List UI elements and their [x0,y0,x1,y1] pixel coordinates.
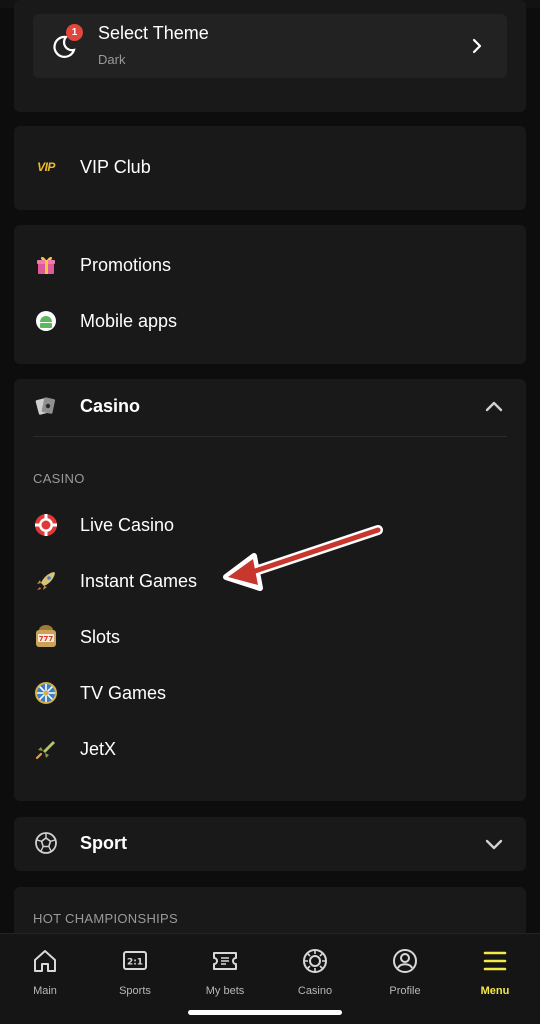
mobile-apps-label: Mobile apps [80,310,178,331]
nav-profile[interactable]: Profile [365,948,445,997]
chevron-up-icon[interactable] [485,399,503,417]
select-theme-row[interactable]: 1 Select Theme Dark [33,14,507,78]
nav-menu[interactable]: Menu [455,948,535,997]
scoreboard-icon: 2:1 [121,948,149,979]
nav-casino[interactable]: Casino [275,948,355,997]
hot-championships-header: HOT CHAMPIONSHIPS [33,911,178,926]
nav-casino-label: Casino [297,985,333,997]
rocket-icon [33,568,59,594]
wheel-icon [33,680,59,706]
live-casino-label: Live Casino [80,514,175,535]
nav-main[interactable]: Main [5,948,85,997]
mobile-apps-item[interactable]: Mobile apps [33,307,177,335]
promotions-label: Promotions [80,254,172,275]
android-icon [33,308,59,334]
profile-icon [392,948,418,979]
vip-club-item[interactable]: VIP VIP Club [33,153,151,181]
slots-label: Slots [80,626,121,647]
annotation-arrow [222,522,384,597]
vip-icon: VIP [37,160,55,174]
chevron-down-icon[interactable] [485,837,503,855]
sport-label: Sport [80,832,127,853]
ticket-icon [211,948,239,979]
slots-item[interactable]: 777 Slots [33,623,120,651]
home-indicator [188,1010,342,1015]
soccer-ball-icon [33,830,59,856]
sport-toggle[interactable]: Sport [33,829,127,857]
roulette-chip-icon [33,512,59,538]
nav-my-bets[interactable]: My bets [185,948,265,997]
chevron-right-icon [471,38,483,59]
tv-games-item[interactable]: TV Games [33,679,166,707]
instant-games-label: Instant Games [80,570,198,591]
nav-profile-label: Profile [389,985,421,997]
jetx-item[interactable]: JetX [33,735,116,763]
theme-title: Select Theme [98,23,209,43]
jetx-label: JetX [80,738,117,759]
misc-card [14,225,526,364]
notification-badge: 1 [66,24,83,41]
vip-club-label: VIP Club [80,156,151,177]
gift-icon [33,252,59,278]
cards-icon [33,393,59,419]
svg-text:777: 777 [39,635,54,643]
casino-divider [33,436,507,437]
theme-value: Dark [98,52,126,67]
instant-games-item[interactable]: Instant Games [33,567,197,595]
nav-my-bets-label: My bets [205,985,245,997]
hamburger-menu-icon [482,948,508,979]
casino-label: Casino [80,395,141,416]
nav-sports[interactable]: 2:1 Sports [95,948,175,997]
promotions-item[interactable]: Promotions [33,251,171,279]
casino-section-header: CASINO [33,471,85,486]
svg-text:2:1: 2:1 [127,958,143,968]
nav-sports-label: Sports [119,985,151,997]
casino-toggle[interactable]: Casino [33,392,140,420]
nav-menu-label: Menu [480,985,510,997]
live-casino-item[interactable]: Live Casino [33,511,174,539]
tv-games-label: TV Games [80,682,167,703]
nav-main-label: Main [33,985,57,997]
slot-machine-icon: 777 [33,624,59,650]
home-icon [32,948,58,979]
jet-icon [33,736,59,762]
casino-chip-icon [302,948,328,979]
